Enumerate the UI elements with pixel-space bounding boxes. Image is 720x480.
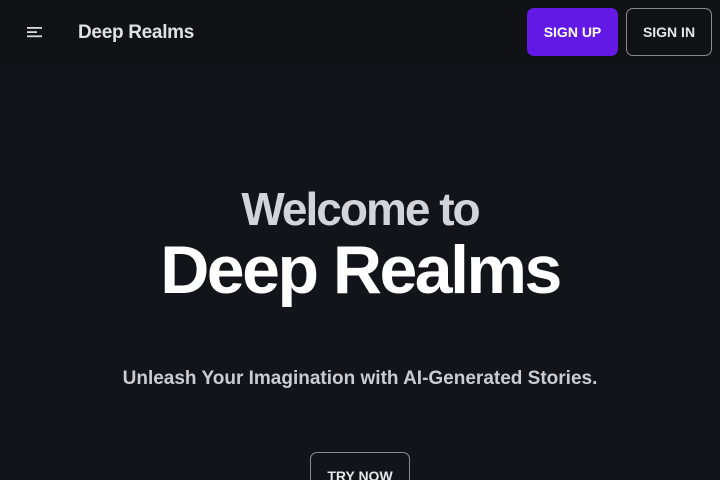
landing-page: Deep Realms SIGN UP SIGN IN Welcome to D… — [0, 0, 720, 480]
hero-title-welcome: Welcome to — [241, 183, 480, 235]
menu-icon — [27, 25, 43, 39]
hero-title-brand: Deep Realms — [160, 232, 562, 308]
top-navbar: Deep Realms SIGN UP SIGN IN — [0, 0, 720, 64]
brand-name[interactable]: Deep Realms — [78, 20, 194, 46]
menu-button[interactable] — [22, 20, 48, 44]
try-now-button[interactable]: TRY NOW — [310, 452, 410, 480]
hero-tagline: Unleash Your Imagination with AI-Generat… — [122, 368, 598, 389]
sign-in-button[interactable]: SIGN IN — [626, 8, 712, 56]
sign-up-button[interactable]: SIGN UP — [527, 8, 618, 56]
